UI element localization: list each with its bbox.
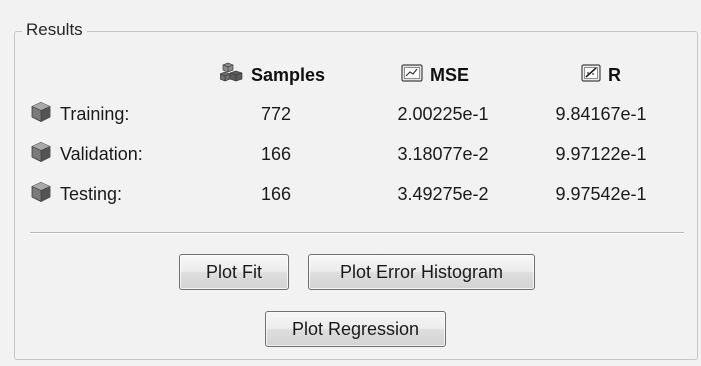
validation-mse: 3.18077e-2 (397, 144, 489, 164)
validation-row-label: Validation: (30, 141, 143, 167)
testing-samples: 166 (260, 184, 292, 204)
validation-r: 9.97122e-1 (555, 144, 647, 164)
r-header-label: R (608, 64, 621, 85)
results-title: Results (22, 20, 87, 40)
validation-label: Validation: (60, 143, 143, 164)
regression-icon (581, 63, 601, 87)
testing-label: Testing: (60, 183, 123, 204)
training-label: Training: (60, 103, 130, 124)
plot-regression-button[interactable]: Plot Regression (265, 311, 446, 347)
training-mse: 2.00225e-1 (397, 104, 489, 124)
training-row-label: Training: (30, 101, 129, 127)
cube-icon (30, 101, 52, 128)
monitor-chart-icon (401, 63, 423, 87)
samples-header-label: Samples (251, 64, 326, 85)
plot-fit-button[interactable]: Plot Fit (179, 254, 289, 290)
testing-row-label: Testing: (30, 181, 122, 207)
validation-samples: 166 (260, 144, 292, 164)
testing-r: 9.97542e-1 (555, 184, 647, 204)
cubes-stack-icon (219, 62, 244, 89)
cube-icon (30, 141, 52, 168)
r-column-header: R (581, 62, 621, 88)
samples-column-header: Samples (219, 62, 326, 89)
testing-mse: 3.49275e-2 (397, 184, 489, 204)
mse-column-header: MSE (401, 62, 469, 88)
mse-header-label: MSE (430, 64, 470, 85)
training-samples: 772 (260, 104, 292, 124)
training-r: 9.84167e-1 (555, 104, 647, 124)
cube-icon (30, 181, 52, 208)
plot-error-histogram-button[interactable]: Plot Error Histogram (308, 254, 535, 290)
divider (30, 232, 684, 234)
